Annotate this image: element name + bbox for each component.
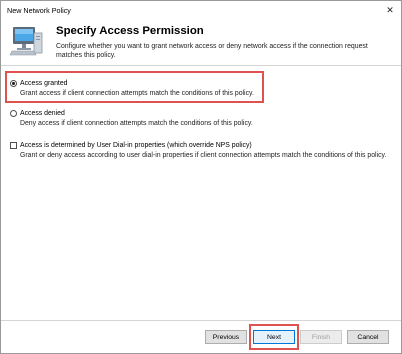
checkbox-user-dialin[interactable] (10, 142, 17, 149)
close-icon[interactable]: ✕ (382, 2, 398, 18)
network-computer-icon (9, 25, 44, 57)
wizard-header: Specify Access Permission Configure whet… (1, 19, 401, 65)
dialog-window: New Network Policy ✕ Specify Access Perm… (0, 0, 402, 354)
radio-access-granted[interactable] (10, 80, 17, 87)
option-access-granted: Access granted Grant access if client co… (10, 79, 254, 97)
previous-button[interactable]: Previous (205, 330, 247, 344)
window-title: New Network Policy (7, 6, 71, 15)
option-label[interactable]: Access denied (20, 110, 65, 117)
option-user-dialin: Access is determined by User Dial-in pro… (10, 141, 386, 159)
wizard-footer: Previous Next Finish Cancel (1, 321, 401, 353)
option-label[interactable]: Access is determined by User Dial-in pro… (20, 142, 252, 149)
option-description: Grant access if client connection attemp… (20, 90, 254, 97)
next-button[interactable]: Next (253, 330, 295, 344)
option-description: Grant or deny access according to user d… (20, 152, 387, 159)
radio-access-denied[interactable] (10, 110, 17, 117)
title-bar: New Network Policy ✕ (1, 1, 401, 19)
wizard-content: Access granted Grant access if client co… (1, 66, 401, 320)
finish-button[interactable]: Finish (300, 330, 342, 344)
option-description: Deny access if client connection attempt… (20, 120, 253, 127)
option-label[interactable]: Access granted (20, 80, 68, 87)
cancel-button[interactable]: Cancel (347, 330, 389, 344)
page-title: Specify Access Permission (56, 25, 204, 37)
option-access-denied: Access denied Deny access if client conn… (10, 109, 253, 127)
page-subtitle: Configure whether you want to grant netw… (56, 43, 368, 59)
